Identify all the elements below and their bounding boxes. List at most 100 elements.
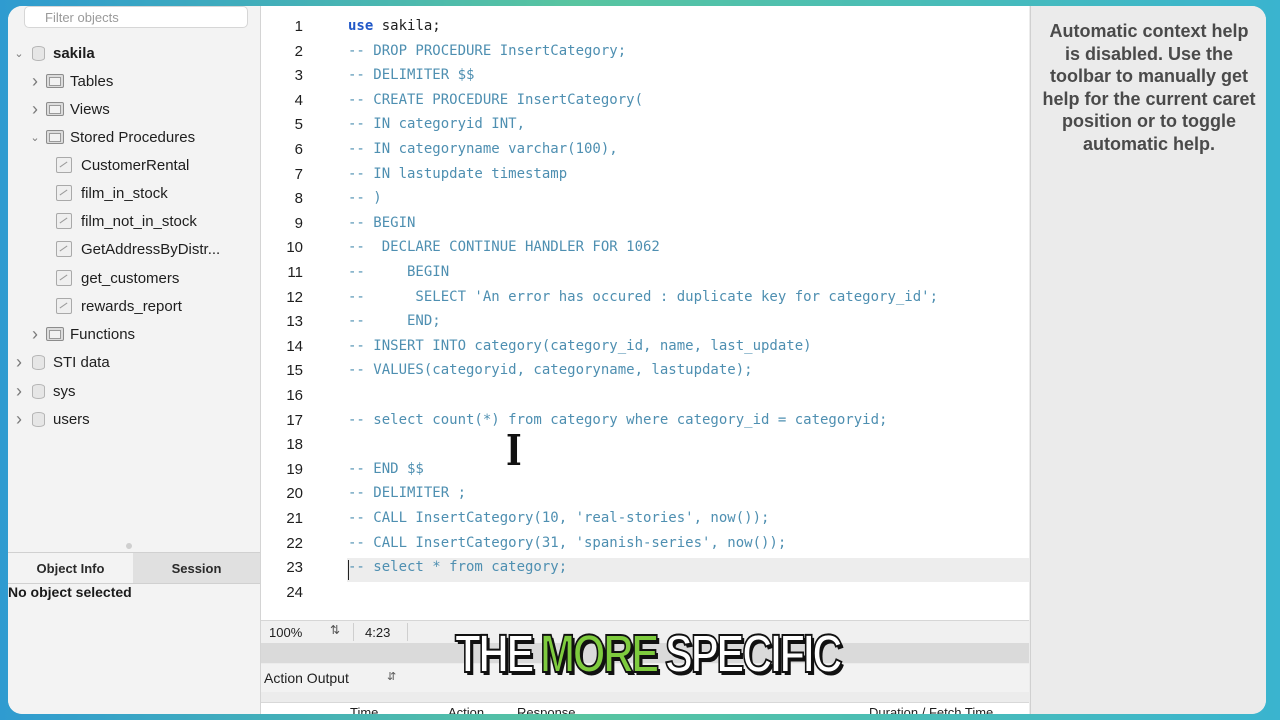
output-selector[interactable]: Action Output [264,670,349,686]
object-info-text: No object selected [8,584,132,600]
line-number: 6 [294,141,303,158]
tab-object-info[interactable]: Object Info [8,553,133,583]
tree-item[interactable]: film_not_in_stock [56,208,197,234]
tree-item-label: CustomerRental [81,156,190,174]
code-line[interactable]: -- DROP PROCEDURE InsertCategory; [348,43,626,59]
procedure-icon [56,157,72,173]
code-line[interactable]: -- END $$ [348,461,424,477]
code-line[interactable]: -- CALL InsertCategory(10, 'real-stories… [348,510,769,526]
zoom-level[interactable]: 100% [269,625,302,640]
chevron-updown-icon[interactable]: ⇵ [387,670,396,683]
caption-word-highlight: MORE [539,623,660,685]
filter-objects-input[interactable]: Filter objects [24,6,248,28]
line-number: 16 [286,387,303,404]
tree-item-label: sakila [53,44,95,62]
tree-item[interactable]: get_customers [56,265,179,291]
procedure-icon [56,213,72,229]
tree-item[interactable]: GetAddressByDistr... [56,236,220,262]
code-line[interactable]: -- ) [348,190,382,206]
sql-keyword: use [348,18,374,34]
status-divider [407,623,408,641]
tab-session[interactable]: Session [134,553,259,583]
line-number: 9 [294,214,303,232]
code-line[interactable]: -- IN categoryname varchar(100), [348,141,618,157]
workbench-window: Filter objects ⌄ sakila › Tables › Views ⌄ Stor… [8,6,1266,714]
tree-item-label: sys [53,382,76,400]
line-number: 12 [286,288,303,306]
line-number: 21 [286,510,303,527]
chevron-right-icon[interactable]: › [28,71,42,92]
chevron-right-icon[interactable]: › [12,381,26,402]
code-line[interactable]: use sakila; [348,18,441,34]
line-number: 15 [286,362,303,380]
line-number: 13 [286,313,303,331]
folder-icon [46,102,64,116]
splitter-handle[interactable] [126,543,132,549]
chevron-right-icon[interactable]: › [12,352,26,373]
line-number: 8 [294,190,303,208]
chevron-down-icon[interactable]: ⌄ [12,47,26,60]
tree-item[interactable]: › users [12,406,90,432]
code-line[interactable]: -- IN categoryid INT, [348,116,525,132]
ibeam-cursor-icon: I [505,426,522,475]
line-number: 4 [294,91,303,109]
sql-editor[interactable]: 1 2 3 4 5 6 7 8 9 10 11 12 13 14 15 16 17 18 19 20 21 22 23 24 … [261,6,1029,620]
database-icon [32,383,45,399]
code-line[interactable]: -- DELIMITER ; [348,485,466,501]
tree-item[interactable]: ⌄ Stored Procedures [28,124,195,150]
tree-item-label: Functions [70,325,136,343]
info-tabs: Object Info Session [8,552,260,584]
chevron-right-icon[interactable]: › [12,409,26,430]
code-line[interactable]: -- CREATE PROCEDURE InsertCategory( [348,92,643,108]
tree-item[interactable]: › Views [28,96,110,122]
code-line[interactable]: -- SELECT 'An error has occured : duplic… [348,289,938,305]
code-line[interactable]: -- select * from category; [348,559,567,575]
tree-item-label: get_customers [81,269,180,287]
chevron-down-icon[interactable]: ⌄ [28,131,42,144]
tree-item[interactable]: › sys [12,378,76,404]
zoom-stepper-icon[interactable]: ⇅ [330,623,340,637]
line-number: 17 [286,411,303,429]
column-header-action[interactable]: Action [448,705,484,714]
tree-item-label: users [53,410,90,428]
tree-item[interactable]: film_in_stock [56,180,168,206]
tree-item[interactable]: › STI data [12,349,110,375]
line-number: 22 [286,534,303,552]
code-line[interactable]: -- VALUES(categoryid, categoryname, last… [348,362,753,378]
context-help-text: Automatic context help is disabled. Use … [1042,21,1256,154]
tree-item-label: Views [70,100,110,118]
code-line[interactable]: -- DECLARE CONTINUE HANDLER FOR 1062 [348,239,660,255]
line-number: 18 [286,436,303,454]
code-line[interactable]: -- BEGIN [348,215,415,231]
column-header-time[interactable]: Time [350,705,378,714]
tree-item[interactable]: ⌄ sakila [12,40,95,66]
database-icon [32,354,45,370]
tree-item[interactable]: rewards_report [56,293,182,319]
column-header-duration[interactable]: Duration / Fetch Time [869,705,993,714]
code-line[interactable]: -- CALL InsertCategory(31, 'spanish-seri… [348,535,786,551]
code-line[interactable]: -- BEGIN [348,264,449,280]
status-divider [353,623,354,641]
line-number: 1 [294,18,303,35]
chevron-right-icon[interactable]: › [28,324,42,345]
code-line[interactable]: -- select count(*) from category where c… [348,412,887,428]
code-line[interactable]: -- INSERT INTO category(category_id, nam… [348,338,812,354]
folder-icon [46,130,64,144]
code-line[interactable]: -- END; [348,313,441,329]
procedure-icon [56,298,72,314]
tree-item[interactable]: › Functions [28,321,135,347]
navigator-sidebar: Filter objects ⌄ sakila › Tables › Views ⌄ Stor… [8,6,261,714]
caption-word: THE [454,623,535,685]
code-line[interactable]: -- DELIMITER $$ [348,67,474,83]
column-header-response[interactable]: Response [517,705,576,714]
procedure-icon [56,270,72,286]
line-number: 5 [294,116,303,134]
chevron-right-icon[interactable]: › [28,99,42,120]
code-line[interactable]: -- IN lastupdate timestamp [348,166,567,182]
tree-item[interactable]: CustomerRental [56,152,189,178]
line-number: 2 [294,42,303,60]
line-number: 14 [286,337,303,355]
tree-item[interactable]: › Tables [28,68,113,94]
sql-text: sakila; [373,18,441,34]
tree-item-label: rewards_report [81,297,182,315]
